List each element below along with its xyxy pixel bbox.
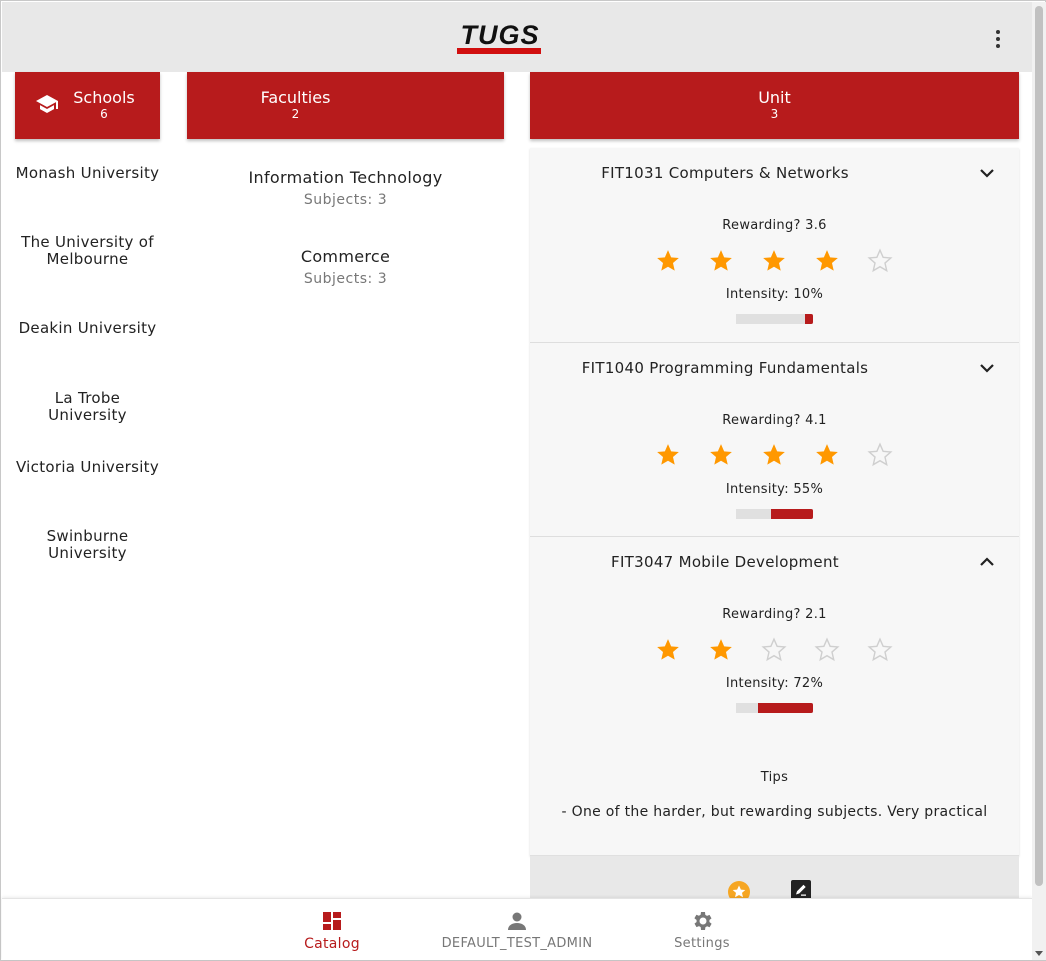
star-filled-icon[interactable]: [655, 442, 681, 468]
star-outline-icon[interactable]: [761, 637, 787, 663]
scroll-down-icon[interactable]: [1035, 951, 1043, 956]
more-vert-icon: [996, 30, 1000, 34]
school-item-deakin[interactable]: Deakin University: [15, 320, 160, 337]
faculty-subjects: Subjects: 3: [303, 192, 388, 208]
school-item-monash[interactable]: Monash University: [15, 165, 160, 182]
star-outline-icon[interactable]: [867, 442, 893, 468]
tips-title: Tips: [760, 770, 789, 785]
nav-label: DEFAULT_TEST_ADMIN: [441, 936, 593, 951]
app-logo: TUGS: [457, 20, 543, 56]
unit-panel-title[interactable]: FIT1031 Computers & Networks: [530, 164, 920, 182]
faculties-header[interactable]: Faculties 2: [187, 72, 504, 139]
star-outline-icon[interactable]: [814, 637, 840, 663]
unit-count: 3: [770, 107, 779, 121]
faculties-title: Faculties: [260, 88, 331, 107]
star-filled-icon[interactable]: [814, 442, 840, 468]
nav-label: Settings: [674, 936, 730, 951]
chevron-up-icon[interactable]: [978, 556, 996, 568]
star-filled-icon[interactable]: [814, 248, 840, 274]
chevron-down-icon[interactable]: [978, 362, 996, 374]
nav-profile[interactable]: DEFAULT_TEST_ADMIN: [417, 909, 617, 951]
chevron-down-icon[interactable]: [978, 167, 996, 179]
more-menu-button[interactable]: [986, 26, 1010, 52]
person-icon: [508, 912, 526, 930]
star-filled-icon[interactable]: [708, 637, 734, 663]
star-rating[interactable]: [655, 248, 895, 274]
star-filled-icon[interactable]: [761, 248, 787, 274]
faculty-item-it[interactable]: Information Technology Subjects: 3: [187, 168, 504, 208]
intensity-bar: [736, 509, 813, 519]
faculty-item-commerce[interactable]: Commerce Subjects: 3: [187, 247, 504, 287]
school-item-swinburne[interactable]: Swinburne University: [15, 528, 160, 562]
unit-panel: FIT1040 Programming Fundamentals Rewardi…: [530, 343, 1019, 537]
rewarding-label: Rewarding? 3.6: [722, 218, 827, 233]
logo-underline: [457, 48, 541, 54]
intensity-label: Intensity: 72%: [725, 676, 824, 691]
scrollbar-thumb[interactable]: [1035, 6, 1043, 886]
star-rating[interactable]: [655, 637, 895, 663]
catalog-icon: [323, 912, 341, 930]
unit-panel-title[interactable]: FIT3047 Mobile Development: [530, 553, 920, 571]
star-filled-icon[interactable]: [708, 248, 734, 274]
app-bar: TUGS: [2, 2, 1032, 72]
school-item-latrobe[interactable]: La Trobe University: [15, 390, 160, 424]
star-filled-icon[interactable]: [708, 442, 734, 468]
star-filled-icon[interactable]: [655, 248, 681, 274]
intensity-bar-fill: [757, 703, 813, 713]
rewarding-label: Rewarding? 4.1: [722, 413, 827, 428]
scrollbar[interactable]: [1032, 2, 1046, 960]
unit-actions: [530, 856, 1019, 903]
logo-text: TUGS: [460, 20, 540, 50]
star-outline-icon[interactable]: [867, 637, 893, 663]
unit-panel: FIT3047 Mobile Development Rewarding? 2.…: [530, 537, 1019, 856]
intensity-label: Intensity: 55%: [725, 482, 824, 497]
rewarding-label: Rewarding? 2.1: [722, 607, 827, 622]
tips-text: - One of the harder, but rewarding subje…: [561, 804, 988, 820]
intensity-bar-fill: [770, 509, 813, 519]
star-outline-icon[interactable]: [867, 248, 893, 274]
intensity-bar: [736, 703, 813, 713]
bottom-nav: Catalog DEFAULT_TEST_ADMIN Settings: [2, 898, 1032, 960]
intensity-label: Intensity: 10%: [725, 287, 824, 302]
faculty-name: Information Technology: [248, 168, 443, 187]
star-filled-icon[interactable]: [655, 637, 681, 663]
unit-panel-title[interactable]: FIT1040 Programming Fundamentals: [530, 359, 920, 377]
intensity-bar-fill: [805, 314, 813, 324]
faculties-count: 2: [291, 107, 300, 121]
gear-icon: [694, 912, 712, 930]
unit-header[interactable]: Unit 3: [530, 72, 1019, 139]
nav-catalog[interactable]: Catalog: [232, 909, 432, 952]
star-filled-icon[interactable]: [761, 442, 787, 468]
star-rating[interactable]: [655, 442, 895, 468]
unit-title: Unit: [758, 88, 791, 107]
faculty-subjects: Subjects: 3: [303, 271, 388, 287]
intensity-bar: [736, 314, 813, 324]
nav-label: Catalog: [304, 936, 360, 952]
nav-settings[interactable]: Settings: [602, 909, 802, 951]
unit-panel: FIT1031 Computers & Networks Rewarding? …: [530, 148, 1019, 343]
school-item-melbourne[interactable]: The University of Melbourne: [15, 234, 160, 268]
app-window: TUGS Schools 6 Faculties 2 Unit 3 Monash…: [0, 0, 1046, 961]
school-item-victoria[interactable]: Victoria University: [15, 459, 160, 476]
faculty-name: Commerce: [300, 247, 391, 266]
